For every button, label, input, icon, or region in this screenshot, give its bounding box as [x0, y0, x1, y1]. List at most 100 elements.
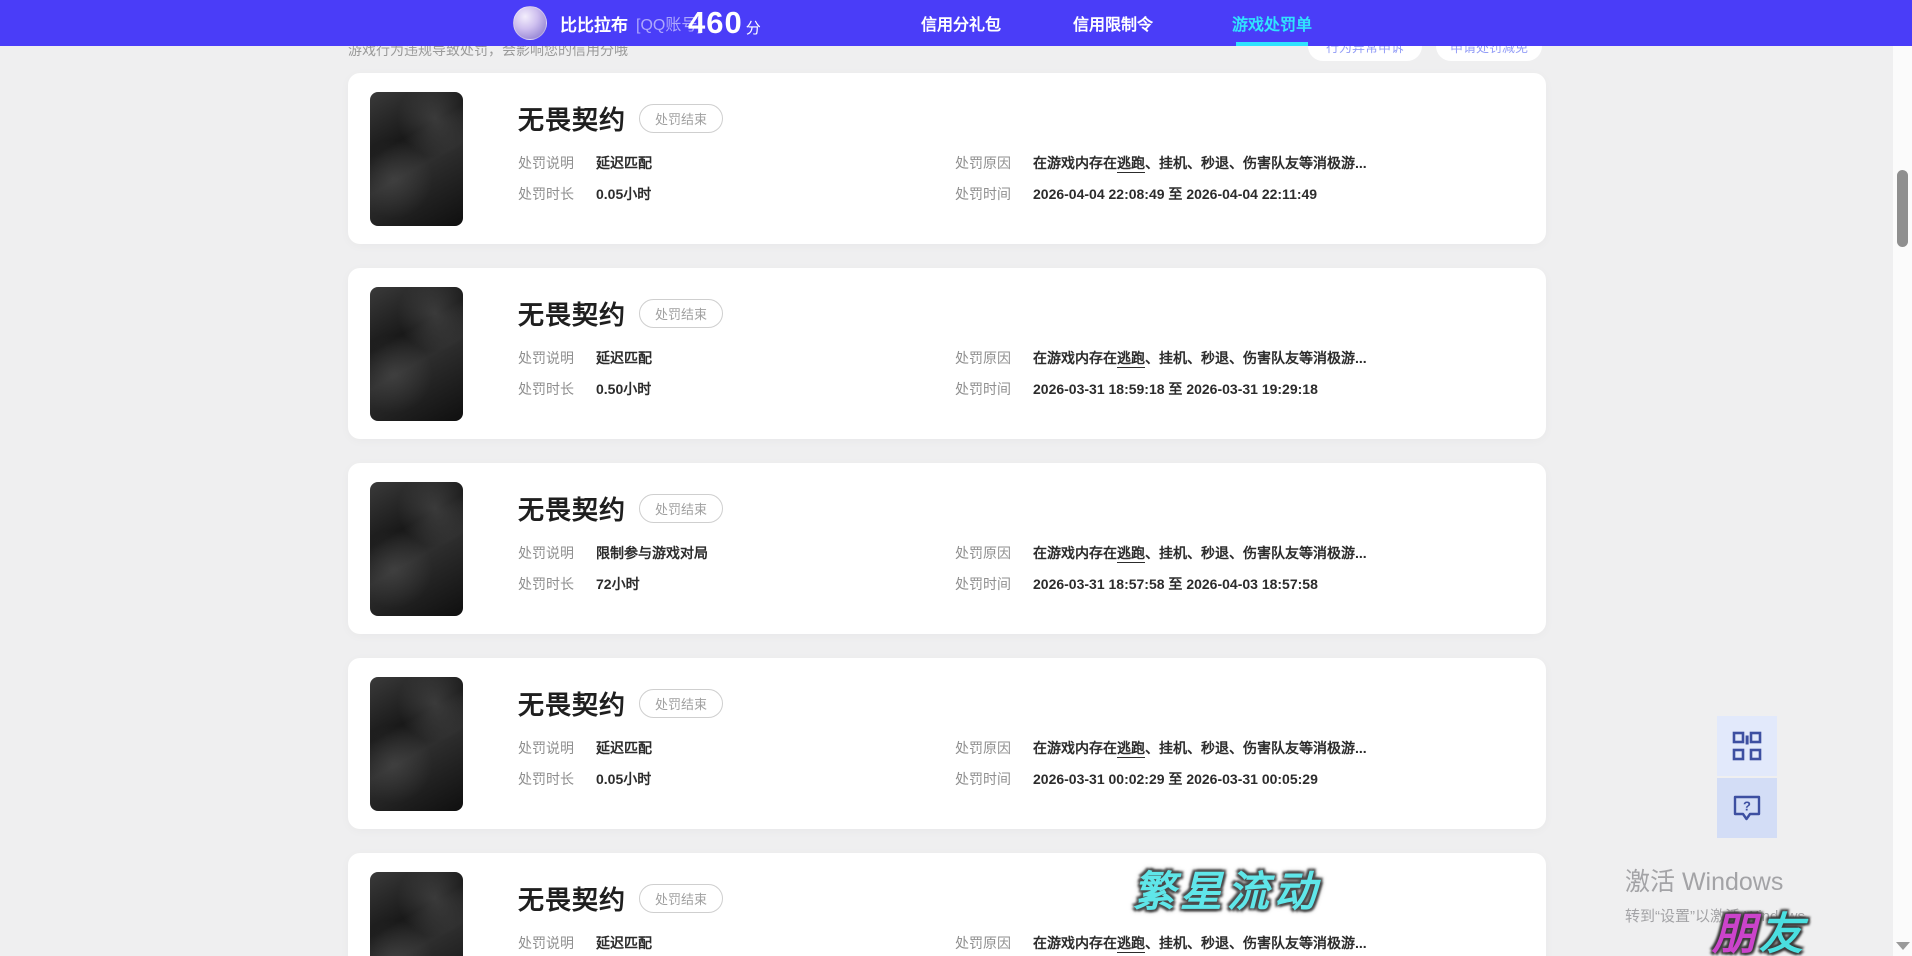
reason-keyword-underlined[interactable]: 逃跑: [1117, 545, 1145, 563]
punishment-card-list: 无畏契约 处罚结束 处罚说明 延迟匹配 处罚时长 0.05小时 处罚原因 在游戏…: [348, 73, 1546, 956]
game-title: 无畏契约: [518, 300, 627, 330]
active-tab-underline: [1236, 42, 1308, 46]
punishment-card: 无畏契约 处罚结束 处罚说明 延迟匹配 处罚时长 0.50小时 处罚原因 在游戏…: [348, 268, 1546, 439]
qr-code-icon: [1732, 731, 1762, 761]
reason-value: 在游戏内存在逃跑、挂机、秒退、伤害队友等消极游...: [1033, 545, 1367, 563]
card-title-row: 无畏契约 处罚结束: [518, 880, 724, 917]
tab-credit-restriction[interactable]: 信用限制令: [1073, 0, 1153, 46]
svg-text:?: ?: [1743, 799, 1751, 814]
desc-label: 处罚说明: [518, 155, 574, 171]
duration-row: 处罚时长 0.05小时: [518, 769, 651, 789]
desc-row: 处罚说明 限制参与游戏对局: [518, 543, 708, 563]
reason-keyword-underlined[interactable]: 逃跑: [1117, 935, 1145, 953]
time-label: 处罚时间: [955, 576, 1011, 592]
game-title: 无畏契约: [518, 885, 627, 915]
time-value: 2026-03-31 00:02:29 至 2026-03-31 00:05:2…: [1033, 771, 1318, 787]
watermark-friend-text: 朋友: [1712, 909, 1806, 956]
punishment-card: 无畏契约 处罚结束 处罚说明 延迟匹配 处罚时长 0.05小时 处罚原因 在游戏…: [348, 658, 1546, 829]
reason-row: 处罚原因 在游戏内存在逃跑、挂机、秒退、伤害队友等消极游...: [955, 153, 1367, 173]
scrollbar-track[interactable]: [1893, 46, 1912, 956]
time-value: 2026-04-04 22:08:49 至 2026-04-04 22:11:4…: [1033, 186, 1318, 202]
duration-row: 处罚时长 0.05小时: [518, 184, 651, 204]
game-thumbnail: [370, 872, 463, 956]
credit-score-unit: 分: [745, 19, 761, 37]
time-value: 2026-03-31 18:57:58 至 2026-04-03 18:57:5…: [1033, 576, 1318, 592]
status-badge: 处罚结束: [639, 689, 724, 718]
tab-game-punishment[interactable]: 游戏处罚单: [1232, 0, 1312, 46]
reason-value: 在游戏内存在逃跑、挂机、秒退、伤害队友等消极游...: [1033, 935, 1367, 953]
duration-label: 处罚时长: [518, 186, 574, 202]
desc-row: 处罚说明 延迟匹配: [518, 348, 652, 368]
desc-value: 延迟匹配: [596, 155, 652, 171]
game-thumbnail: [370, 92, 463, 226]
duration-row: 处罚时长 72小时: [518, 574, 640, 594]
duration-value: 0.05小时: [596, 186, 652, 202]
time-row: 处罚时间 2026-03-31 00:02:29 至 2026-03-31 00…: [955, 769, 1318, 789]
reason-label: 处罚原因: [955, 545, 1011, 561]
reason-row: 处罚原因 在游戏内存在逃跑、挂机、秒退、伤害队友等消极游...: [955, 348, 1367, 368]
duration-label: 处罚时长: [518, 771, 574, 787]
game-title: 无畏契约: [518, 690, 627, 720]
desc-value: 延迟匹配: [596, 935, 652, 951]
reason-row: 处罚原因 在游戏内存在逃跑、挂机、秒退、伤害队友等消极游...: [955, 738, 1367, 758]
game-title: 无畏契约: [518, 105, 627, 135]
user-avatar[interactable]: [513, 6, 547, 40]
punishment-card: 无畏契约 处罚结束 处罚说明 延迟匹配 处罚时长 处罚原因 在游戏内存在逃跑、挂…: [348, 853, 1546, 956]
time-label: 处罚时间: [955, 186, 1011, 202]
card-title-row: 无畏契约 处罚结束: [518, 685, 724, 722]
question-bubble-icon: ?: [1733, 795, 1761, 821]
desc-label: 处罚说明: [518, 740, 574, 756]
game-thumbnail: [370, 482, 463, 616]
game-thumbnail: [370, 677, 463, 811]
duration-label: 处罚时长: [518, 576, 574, 592]
card-title-row: 无畏契约 处罚结束: [518, 100, 724, 137]
status-badge: 处罚结束: [639, 299, 724, 328]
desc-row: 处罚说明 延迟匹配: [518, 933, 652, 953]
reason-value: 在游戏内存在逃跑、挂机、秒退、伤害队友等消极游...: [1033, 740, 1367, 758]
reason-value: 在游戏内存在逃跑、挂机、秒退、伤害队友等消极游...: [1033, 155, 1367, 173]
status-badge: 处罚结束: [639, 494, 724, 523]
time-value: 2026-03-31 18:59:18 至 2026-03-31 19:29:1…: [1033, 381, 1318, 397]
credit-score: 460 分: [688, 0, 761, 46]
status-badge: 处罚结束: [639, 884, 724, 913]
reason-label: 处罚原因: [955, 155, 1011, 171]
reason-keyword-underlined[interactable]: 逃跑: [1117, 155, 1145, 173]
time-row: 处罚时间 2026-03-31 18:57:58 至 2026-04-03 18…: [955, 574, 1318, 594]
desc-row: 处罚说明 延迟匹配: [518, 738, 652, 758]
desc-value: 延迟匹配: [596, 350, 652, 366]
game-thumbnail: [370, 287, 463, 421]
duration-value: 0.50小时: [596, 381, 652, 397]
desc-value: 限制参与游戏对局: [596, 545, 708, 561]
reason-label: 处罚原因: [955, 740, 1011, 756]
duration-value: 0.05小时: [596, 771, 652, 787]
help-button[interactable]: ?: [1717, 778, 1777, 838]
desc-label: 处罚说明: [518, 350, 574, 366]
card-title-row: 无畏契约 处罚结束: [518, 295, 724, 332]
credit-score-value: 460: [688, 5, 743, 40]
reason-row: 处罚原因 在游戏内存在逃跑、挂机、秒退、伤害队友等消极游...: [955, 543, 1367, 563]
username: 比比拉布: [560, 15, 628, 35]
punishment-card: 无畏契约 处罚结束 处罚说明 延迟匹配 处罚时长 0.05小时 处罚原因 在游戏…: [348, 73, 1546, 244]
reason-keyword-underlined[interactable]: 逃跑: [1117, 740, 1145, 758]
desc-row: 处罚说明 延迟匹配: [518, 153, 652, 173]
desc-label: 处罚说明: [518, 935, 574, 951]
scrollbar-down-arrow[interactable]: [1896, 942, 1910, 950]
qr-code-button[interactable]: [1717, 716, 1777, 776]
top-header-bar: 比比拉布 [QQ账号] 460 分 信用分礼包 信用限制令 游戏处罚单: [0, 0, 1912, 46]
duration-value: 72小时: [596, 576, 640, 592]
watermark-flow-text: 繁星流动: [1133, 867, 1322, 916]
time-label: 处罚时间: [955, 771, 1011, 787]
reason-row: 处罚原因 在游戏内存在逃跑、挂机、秒退、伤害队友等消极游...: [955, 933, 1367, 953]
scrollbar-thumb[interactable]: [1897, 170, 1908, 247]
duration-label: 处罚时长: [518, 381, 574, 397]
reason-label: 处罚原因: [955, 935, 1011, 951]
desc-value: 延迟匹配: [596, 740, 652, 756]
reason-keyword-underlined[interactable]: 逃跑: [1117, 350, 1145, 368]
tab-credit-gift[interactable]: 信用分礼包: [921, 0, 1001, 46]
time-row: 处罚时间 2026-04-04 22:08:49 至 2026-04-04 22…: [955, 184, 1317, 204]
card-title-row: 无畏契约 处罚结束: [518, 490, 724, 527]
windows-activation-title: 激活 Windows: [1625, 868, 1784, 896]
reason-value: 在游戏内存在逃跑、挂机、秒退、伤害队友等消极游...: [1033, 350, 1367, 368]
time-label: 处罚时间: [955, 381, 1011, 397]
duration-row: 处罚时长 0.50小时: [518, 379, 651, 399]
